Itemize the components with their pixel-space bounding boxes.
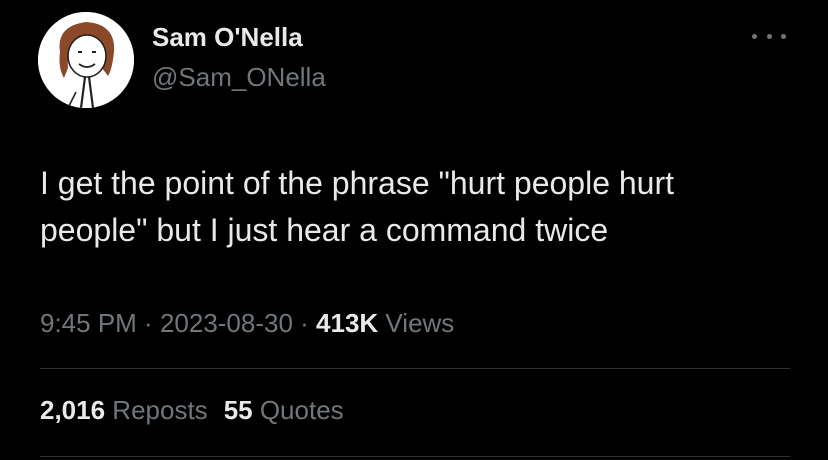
meta-separator: · (136, 308, 160, 338)
more-dot (781, 33, 786, 39)
avatar[interactable] (38, 12, 134, 108)
more-dot (766, 33, 772, 39)
views-label: Views (378, 308, 455, 338)
reposts-count: 2,016 (40, 395, 106, 425)
quotes-label: Quotes (252, 395, 344, 425)
views-count: 413K (316, 308, 379, 338)
divider (40, 368, 790, 369)
display-name[interactable]: Sam O'Nella (152, 22, 303, 53)
tweet-text-line: I get the point of the phrase "hurt peop… (40, 165, 675, 201)
reposts-label: Reposts (105, 395, 208, 425)
reposts-stat[interactable]: 2,016 Reposts (40, 395, 208, 425)
quotes-count: 55 (223, 395, 253, 425)
avatar-drawing (38, 12, 134, 108)
quotes-stat[interactable]: 55 Quotes (224, 395, 344, 425)
tweet-date[interactable]: 2023-08-30 (160, 308, 293, 338)
tweet-text-line: people" but I just hear a command twice (40, 212, 609, 248)
divider (40, 456, 790, 457)
tweet-time[interactable]: 9:45 PM (40, 308, 137, 338)
tweet-text: I get the point of the phrase "hurt peop… (40, 160, 800, 254)
more-options-icon[interactable] (752, 26, 786, 46)
tweet-card: Sam O'Nella @Sam_ONella I get the point … (0, 0, 828, 460)
more-dot (752, 33, 757, 39)
tweet-meta: 9:45 PM · 2023-08-30 · 413K Views (40, 308, 454, 339)
meta-separator: · (292, 308, 317, 338)
engagement-stats: 2,016 Reposts 55 Quotes (40, 395, 344, 426)
user-handle[interactable]: @Sam_ONella (152, 62, 326, 93)
